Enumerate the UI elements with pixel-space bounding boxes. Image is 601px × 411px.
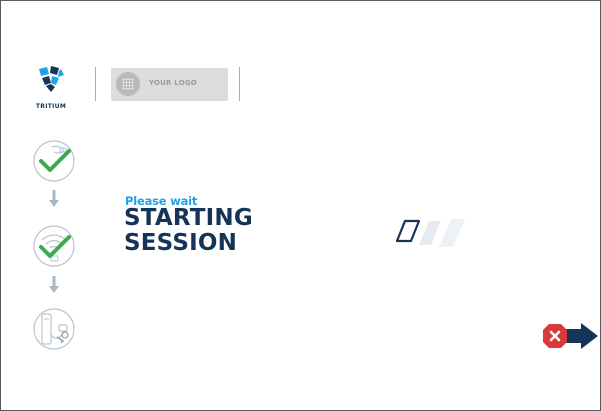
logo-placeholder-dots-icon (122, 78, 134, 90)
status-title-line-1: STARTING (124, 205, 253, 231)
charger-screen: TRITIUM YOUR LOGO Please wait STARTING S… (0, 0, 601, 411)
brand-name: TRITIUM (35, 103, 67, 110)
step-down-arrow-icon (49, 276, 59, 293)
header-divider (95, 67, 96, 101)
wireless-check-icon (33, 225, 75, 267)
header-divider (239, 67, 240, 101)
charger-plug-icon (33, 308, 75, 350)
step-down-arrow-icon (49, 190, 59, 207)
tritium-logo: TRITIUM (33, 65, 69, 117)
tritium-logo-icon (39, 66, 64, 92)
custom-logo-placeholder: YOUR LOGO (111, 68, 228, 101)
cancel-exit-icon (543, 323, 598, 349)
charging-cable-check-icon (33, 140, 75, 182)
loading-stripes-icon (395, 219, 465, 247)
custom-logo-label: YOUR LOGO (149, 79, 197, 87)
status-title-line-2: SESSION (124, 230, 238, 256)
cancel-button[interactable] (543, 322, 599, 350)
